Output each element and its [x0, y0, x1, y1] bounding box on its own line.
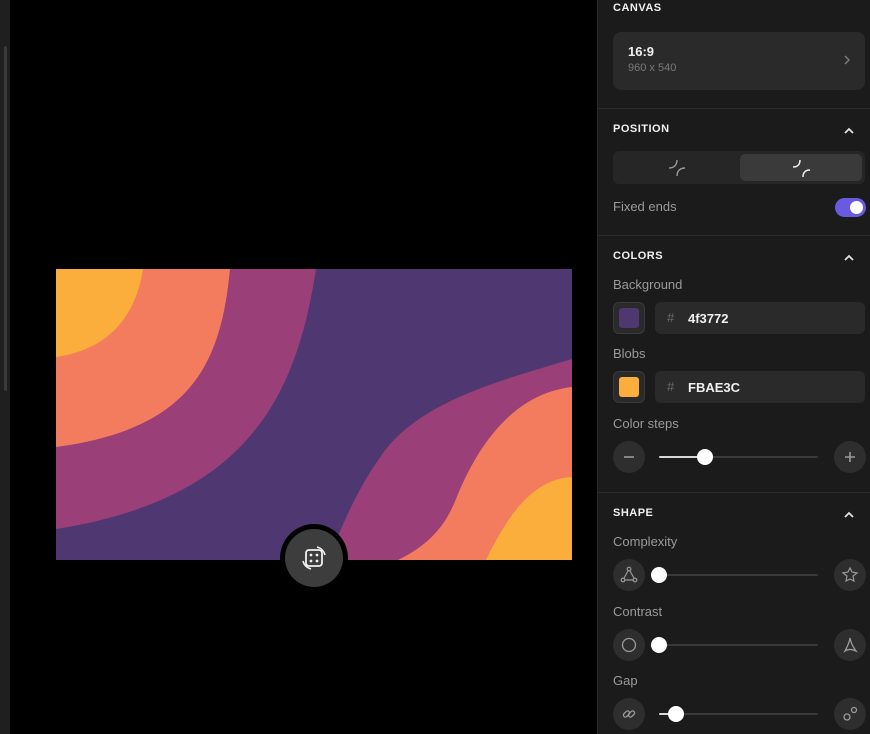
collapse-shape-chevron-up-icon[interactable] — [842, 508, 856, 522]
scrollbar-thumb[interactable] — [4, 46, 7, 391]
contrast-label: Contrast — [613, 604, 663, 619]
section-divider — [598, 492, 870, 493]
slider-knob[interactable] — [651, 567, 667, 583]
complexity-slider[interactable] — [651, 567, 818, 583]
fixed-ends-label: Fixed ends — [613, 199, 677, 214]
color-steps-label: Color steps — [613, 416, 679, 431]
fixed-ends-toggle[interactable] — [835, 198, 866, 217]
contrast-max-button[interactable] — [834, 629, 866, 661]
corner-curves-icon — [668, 159, 686, 176]
background-color-swatch[interactable] — [613, 302, 645, 334]
chevron-right-icon — [844, 55, 851, 65]
blobs-label: Blobs — [613, 346, 646, 361]
circle-shape-icon — [621, 637, 637, 653]
slider-track — [659, 574, 818, 576]
position-option-split[interactable] — [740, 154, 862, 181]
position-section-title: POSITION — [613, 123, 670, 135]
simple-shape-icon — [620, 566, 638, 583]
shape-section-title: SHAPE — [613, 507, 654, 519]
slider-knob[interactable] — [651, 637, 667, 653]
blobs-hex-field: # — [655, 371, 865, 403]
color-steps-slider[interactable] — [659, 449, 818, 465]
section-divider — [598, 235, 870, 236]
left-scroll-strip — [0, 0, 10, 734]
split-curves-icon — [792, 159, 811, 177]
background-hex-input[interactable] — [688, 302, 858, 334]
complex-shape-icon — [841, 566, 859, 583]
gap-min-button[interactable] — [613, 698, 645, 730]
link-icon — [622, 710, 636, 718]
decrease-color-steps-button[interactable] — [613, 441, 645, 473]
canvas-size-selector[interactable]: 16:9 960 x 540 — [613, 32, 865, 90]
preview-stage — [10, 0, 597, 734]
collapse-colors-chevron-up-icon[interactable] — [842, 251, 856, 265]
blobs-hex-input[interactable] — [688, 371, 858, 403]
increase-color-steps-button[interactable] — [834, 441, 866, 473]
complexity-label: Complexity — [613, 534, 678, 549]
toggle-knob — [850, 201, 863, 214]
blobs-swatch-fill — [619, 377, 639, 397]
dice-icon — [302, 546, 326, 570]
blobs-color-swatch[interactable] — [613, 371, 645, 403]
canvas-ratio: 16:9 — [628, 44, 655, 59]
plus-icon — [845, 452, 855, 462]
randomize-button[interactable] — [280, 524, 348, 592]
slider-track — [659, 644, 818, 646]
canvas-section-title: CANVAS — [613, 2, 662, 14]
gap-slider[interactable] — [659, 706, 818, 722]
slider-knob[interactable] — [697, 449, 714, 465]
contrast-slider[interactable] — [651, 637, 818, 653]
position-option-corner[interactable] — [616, 154, 738, 181]
colors-section-title: COLORS — [613, 250, 664, 262]
hex-hash: # — [667, 379, 675, 394]
background-label: Background — [613, 277, 683, 292]
section-divider — [598, 108, 870, 109]
spiky-shape-icon — [843, 637, 858, 653]
gap-max-button[interactable] — [834, 698, 866, 730]
gap-label: Gap — [613, 673, 638, 688]
complexity-max-button[interactable] — [834, 559, 866, 591]
collapse-position-chevron-up-icon[interactable] — [842, 124, 856, 138]
complexity-min-button[interactable] — [613, 559, 645, 591]
background-hex-field: # — [655, 302, 865, 334]
contrast-min-button[interactable] — [613, 629, 645, 661]
minus-icon — [624, 456, 634, 458]
slider-knob[interactable] — [668, 706, 685, 722]
canvas-dimensions: 960 x 540 — [628, 62, 677, 74]
settings-panel: CANVAS 16:9 960 x 540 POSITION Fixed end… — [597, 0, 870, 734]
background-swatch-fill — [619, 308, 639, 328]
layered-waves-canvas — [56, 269, 572, 560]
separated-circles-icon — [843, 706, 858, 721]
hex-hash: # — [667, 310, 675, 325]
position-style-toggle — [613, 151, 865, 184]
